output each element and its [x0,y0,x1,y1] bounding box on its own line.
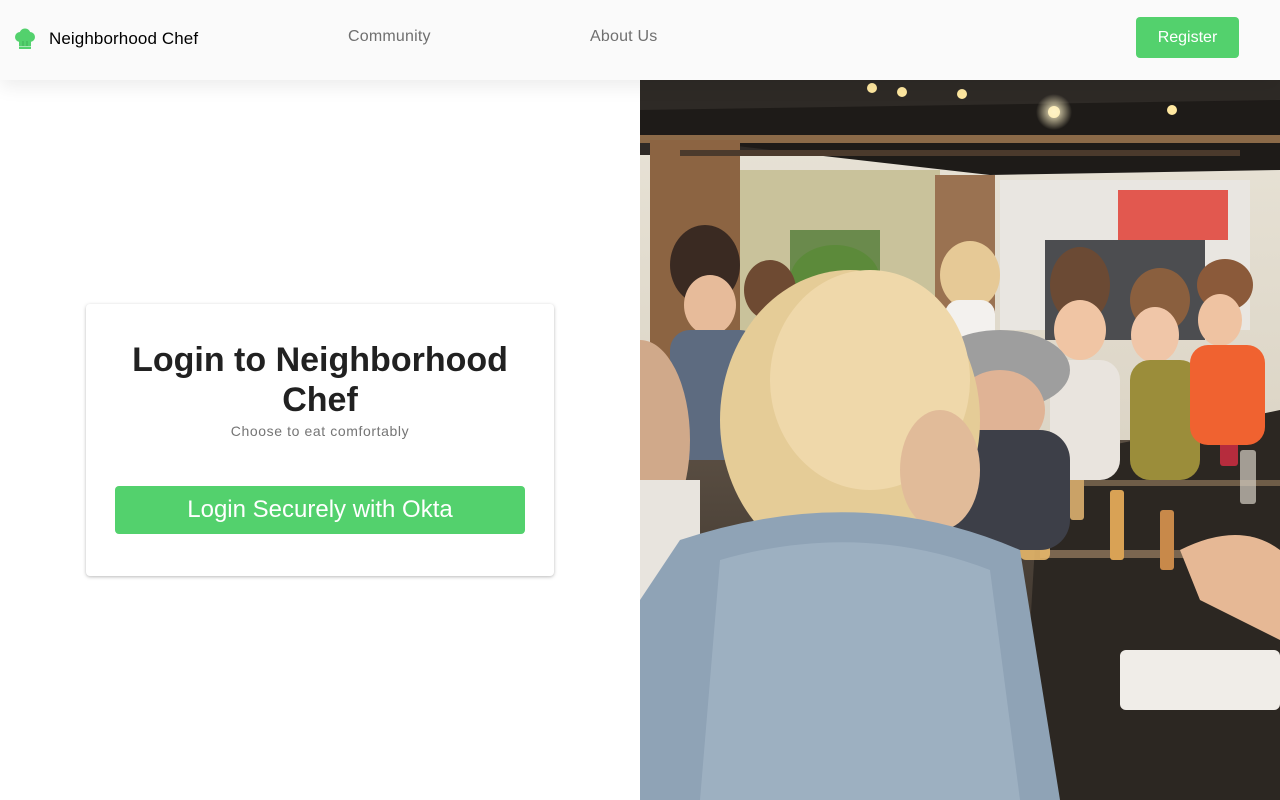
chef-hat-icon [14,28,36,50]
nav-link-about-us[interactable]: About Us [590,28,657,46]
top-navbar: Neighborhood Chef Community About Us Reg… [0,0,1280,80]
register-button[interactable]: Register [1136,17,1239,58]
okta-login-button[interactable]: Login Securely with Okta [115,486,525,534]
login-card: Login to Neighborhood Chef Choose to eat… [86,304,554,576]
hero-image-people-dining [640,80,1280,800]
login-subtitle: Choose to eat comfortably [230,423,410,439]
brand[interactable]: Neighborhood Chef [14,26,198,52]
login-title: Login to Neighborhood Chef [132,341,508,419]
brand-name: Neighborhood Chef [49,29,199,48]
nav-link-community[interactable]: Community [348,28,431,46]
